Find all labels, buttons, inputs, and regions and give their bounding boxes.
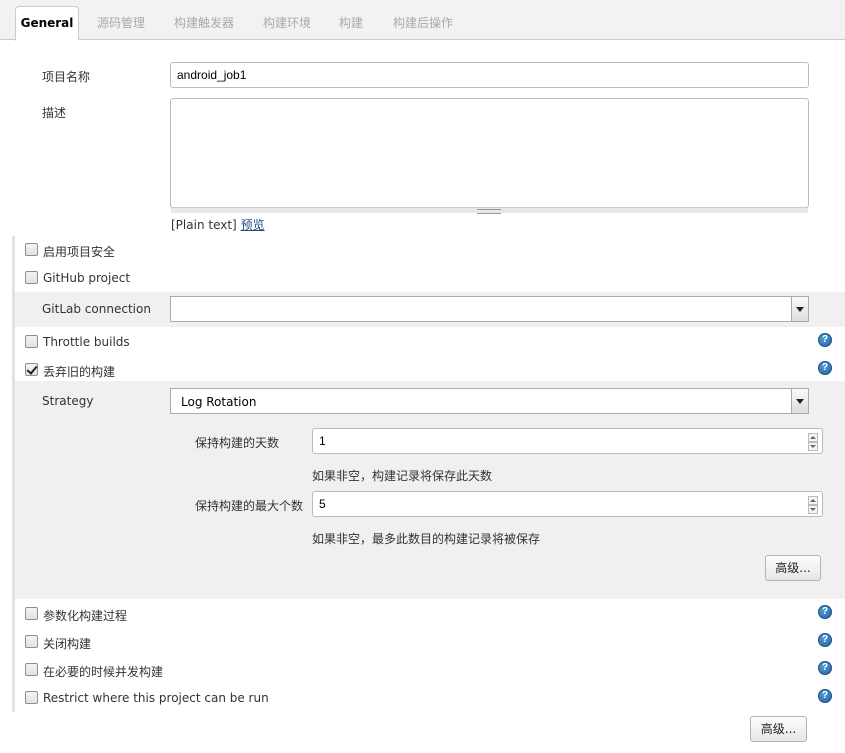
spinner-down-icon[interactable] (808, 442, 818, 451)
max-builds-label: 保持构建的最大个数 (195, 499, 304, 513)
max-builds-value: 5 (319, 497, 326, 511)
chevron-down-icon (791, 389, 808, 413)
tab-source-code-management[interactable]: 源码管理 (97, 14, 145, 31)
concurrent-builds-checkbox[interactable] (25, 663, 38, 676)
chevron-down-icon (791, 297, 808, 321)
days-to-keep-value: 1 (319, 434, 326, 448)
strategy-select[interactable]: Log Rotation (170, 388, 809, 414)
tab-build-triggers[interactable]: 构建触发器 (174, 14, 234, 31)
help-icon[interactable]: ? (818, 333, 832, 347)
days-to-keep-label: 保持构建的天数 (195, 436, 280, 450)
throttle-builds-checkbox[interactable] (25, 335, 38, 348)
max-builds-hint: 如果非空，最多此数目的构建记录将被保存 (312, 532, 541, 546)
github-project-checkbox[interactable] (25, 271, 38, 284)
concurrent-builds-label: 在必要的时候并发构建 (43, 665, 164, 679)
number-spinner[interactable] (808, 433, 818, 451)
number-spinner[interactable] (808, 496, 818, 514)
gitlab-connection-select[interactable] (170, 296, 809, 322)
strategy-value: Log Rotation (181, 395, 257, 409)
description-format: [Plain text] 预览 (171, 216, 265, 233)
days-to-keep-input[interactable]: 1 (312, 428, 823, 454)
restrict-where-label: Restrict where this project can be run (43, 691, 269, 705)
advanced-button[interactable]: 高级... (750, 716, 807, 742)
gitlab-connection-label: GitLab connection (42, 302, 151, 316)
textarea-resize-handle[interactable] (171, 207, 808, 214)
spinner-up-icon[interactable] (808, 433, 818, 442)
description-textarea[interactable] (170, 98, 809, 208)
max-builds-input[interactable]: 5 (312, 491, 823, 517)
tab-build[interactable]: 构建 (339, 14, 363, 31)
discard-old-builds-label: 丢弃旧的构建 (43, 365, 116, 379)
project-name-input[interactable] (170, 62, 809, 88)
enable-security-checkbox[interactable] (25, 243, 38, 256)
enable-security-label: 启用项目安全 (43, 245, 116, 259)
tab-general[interactable]: General (15, 6, 79, 41)
restrict-where-checkbox[interactable] (25, 691, 38, 704)
preview-link[interactable]: 预览 (241, 218, 265, 232)
help-icon[interactable]: ? (818, 605, 832, 619)
disable-build-checkbox[interactable] (25, 635, 38, 648)
disable-build-label: 关闭构建 (43, 637, 92, 651)
discard-old-builds-checkbox[interactable] (25, 363, 38, 376)
tab-build-environment[interactable]: 构建环境 (263, 14, 311, 31)
plain-text-label: [Plain text] (171, 218, 237, 232)
days-to-keep-hint: 如果非空，构建记录将保存此天数 (312, 469, 493, 483)
spinner-down-icon[interactable] (808, 505, 818, 514)
throttle-builds-label: Throttle builds (43, 335, 130, 349)
description-label: 描述 (42, 106, 67, 120)
project-name-label: 项目名称 (42, 70, 91, 84)
tab-bar: General 源码管理 构建触发器 构建环境 构建 构建后操作 (0, 0, 845, 41)
parameterized-label: 参数化构建过程 (43, 609, 128, 623)
strategy-advanced-button[interactable]: 高级... (765, 555, 821, 581)
parameterized-checkbox[interactable] (25, 607, 38, 620)
strategy-label: Strategy (42, 394, 94, 408)
tab-post-build-actions[interactable]: 构建后操作 (393, 14, 453, 31)
help-icon[interactable]: ? (818, 689, 832, 703)
help-icon[interactable]: ? (818, 361, 832, 375)
help-icon[interactable]: ? (818, 661, 832, 675)
help-icon[interactable]: ? (818, 633, 832, 647)
github-project-label: GitHub project (43, 271, 131, 285)
spinner-up-icon[interactable] (808, 496, 818, 505)
